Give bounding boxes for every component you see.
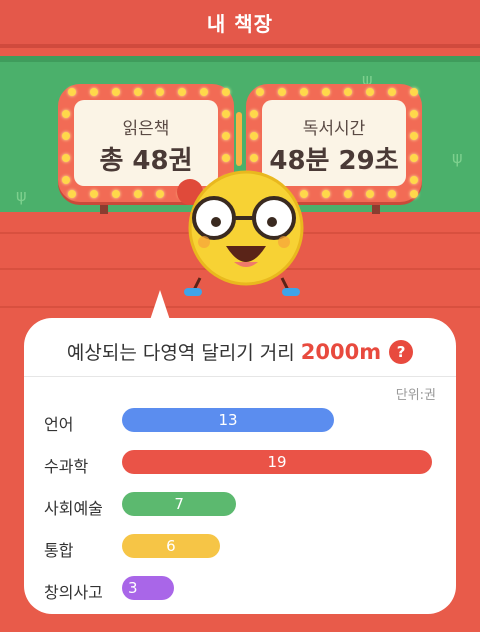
light-bulb-icon — [68, 88, 76, 96]
category-label: 창의사고 — [44, 583, 103, 602]
light-bulb-icon — [90, 88, 98, 96]
light-bulb-icon — [222, 88, 230, 96]
light-bulb-icon — [322, 88, 330, 96]
floor-stripe — [0, 306, 480, 308]
speech-bubble-tail — [150, 290, 170, 320]
mascot-right-shoe — [282, 288, 300, 296]
category-label: 사회예술 — [44, 499, 103, 518]
bar-value-label: 19 — [267, 453, 287, 471]
light-bulb-icon — [156, 190, 164, 198]
card-divider — [24, 376, 456, 377]
light-bulb-icon — [156, 88, 164, 96]
light-bulb-icon — [250, 110, 258, 118]
light-bulb-icon — [410, 132, 418, 140]
light-bulb-icon — [62, 132, 70, 140]
bar-value-label: 7 — [174, 495, 184, 513]
header-bar: 내 책장 — [0, 0, 480, 48]
card-title: 예상되는 다영역 달리기 거리 2000m? — [24, 338, 456, 365]
light-bulb-icon — [410, 88, 418, 96]
light-bulb-icon — [222, 110, 230, 118]
grass-tuft-icon: ψ — [452, 148, 463, 167]
light-bulb-icon — [388, 88, 396, 96]
books-read-label: 읽은책 — [122, 119, 170, 139]
light-bulb-icon — [410, 190, 418, 198]
light-bulb-icon — [256, 88, 264, 96]
card-title-text: 예상되는 다영역 달리기 거리 — [66, 342, 295, 364]
chart-row: 수과학 19 — [24, 450, 456, 476]
chart-row: 통합 6 — [24, 534, 456, 560]
page-title: 내 책장 — [206, 12, 274, 36]
grass-edge — [0, 56, 480, 62]
light-bulb-icon — [410, 154, 418, 162]
bar-value-label: 3 — [128, 579, 138, 597]
light-bulb-icon — [62, 154, 70, 162]
light-bulb-icon — [344, 88, 352, 96]
light-bulb-icon — [278, 88, 286, 96]
light-bulb-icon — [62, 176, 70, 184]
light-bulb-icon — [222, 132, 230, 140]
grass-tuft-icon: ψ — [16, 186, 27, 205]
light-bulb-icon — [344, 190, 352, 198]
category-label: 통합 — [44, 541, 74, 560]
light-bulb-icon — [410, 110, 418, 118]
mascot-left-eye — [211, 217, 221, 227]
chart-row: 언어 13 — [24, 408, 456, 434]
help-icon[interactable]: ? — [389, 340, 414, 364]
light-bulb-icon — [112, 190, 120, 198]
light-bulb-icon — [134, 190, 142, 198]
mascot-right-eye — [267, 217, 277, 227]
mascot-left-shoe — [184, 288, 202, 296]
chart-row: 창의사고 3 — [24, 576, 456, 602]
light-bulb-icon — [90, 190, 98, 198]
mascot-character — [177, 170, 304, 296]
light-bulb-icon — [366, 190, 374, 198]
running-distance-value: 2000m — [300, 340, 382, 364]
distance-chart-card: 예상되는 다영역 달리기 거리 2000m? 단위:권 언어 13 수과학 19 사회예술… — [24, 318, 456, 614]
light-bulb-icon — [222, 154, 230, 162]
category-label: 수과학 — [44, 457, 89, 476]
light-bulb-icon — [62, 110, 70, 118]
unit-label: 단위:권 — [395, 388, 436, 403]
board-leg — [100, 200, 108, 214]
chart-bar: 13 — [122, 408, 335, 432]
category-label: 언어 — [44, 415, 74, 434]
light-bulb-icon — [134, 88, 142, 96]
light-bulb-icon — [68, 190, 76, 198]
light-bulb-icon — [300, 88, 308, 96]
board-hinge — [236, 112, 242, 166]
chart-row: 사회예술 7 — [24, 492, 456, 518]
light-bulb-icon — [388, 190, 396, 198]
light-bulb-icon — [200, 88, 208, 96]
light-bulb-icon — [178, 88, 186, 96]
bar-value-label: 13 — [218, 411, 238, 429]
bar-value-label: 6 — [166, 537, 176, 555]
light-bulb-icon — [112, 88, 120, 96]
chart-bar: 19 — [122, 450, 432, 474]
chart-bar: 6 — [122, 534, 220, 558]
chart-bar: 3 — [122, 576, 174, 600]
light-bulb-icon — [322, 190, 330, 198]
light-bulb-icon — [366, 88, 374, 96]
board-leg — [372, 200, 380, 214]
light-bulb-icon — [250, 154, 258, 162]
light-bulb-icon — [410, 176, 418, 184]
reading-time-label: 독서시간 — [302, 119, 366, 139]
light-bulb-icon — [250, 132, 258, 140]
chart-bar: 7 — [122, 492, 237, 516]
